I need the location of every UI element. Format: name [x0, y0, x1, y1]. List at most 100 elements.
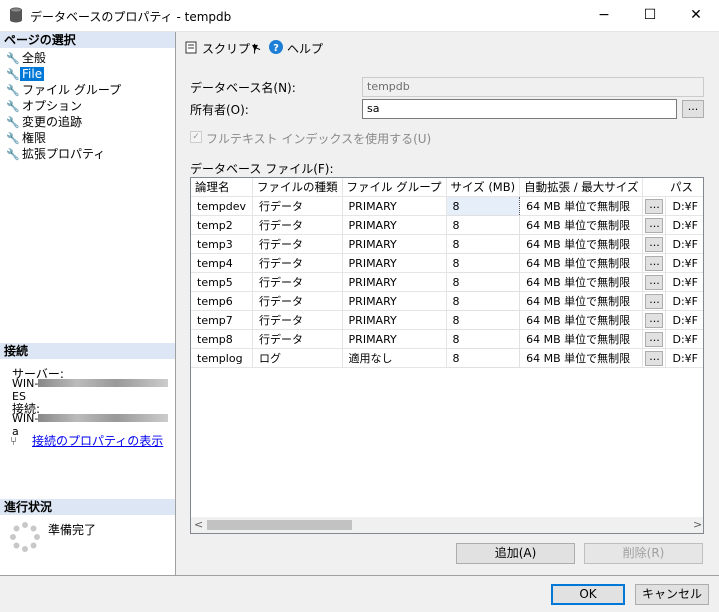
column-header[interactable]: パス	[665, 178, 703, 197]
autogrowth-browse-button[interactable]: ...	[642, 310, 667, 330]
cancel-button[interactable]: キャンセル	[635, 584, 709, 605]
autogrowth-edit-button[interactable]: ...	[645, 255, 664, 271]
cell-logical-name[interactable]: temp2	[191, 215, 254, 235]
cell-path[interactable]: D:¥F	[665, 329, 703, 349]
cell-logical-name[interactable]: temp3	[191, 234, 254, 254]
autogrowth-browse-button[interactable]: ...	[642, 348, 667, 368]
autogrowth-edit-button[interactable]: ...	[645, 236, 664, 252]
cell-size[interactable]: 8	[445, 291, 521, 311]
page-options[interactable]: 🔧 オプション	[6, 98, 84, 114]
cell-logical-name[interactable]: temp6	[191, 291, 254, 311]
cell-size[interactable]: 8	[445, 348, 521, 368]
owner-browse-button[interactable]: ...	[682, 100, 704, 118]
cell-file-type[interactable]: 行データ	[252, 234, 343, 254]
cell-autogrowth[interactable]: 64 MB 単位で無制限	[519, 253, 644, 273]
page-permissions[interactable]: 🔧 権限	[6, 130, 48, 146]
cell-path[interactable]: D:¥F	[665, 310, 703, 330]
cell-size[interactable]: 8	[445, 215, 521, 235]
cell-filegroup[interactable]: 適用なし	[342, 348, 447, 368]
autogrowth-browse-button[interactable]: ...	[642, 196, 667, 216]
column-header[interactable]: サイズ (MB)	[446, 178, 521, 197]
column-header[interactable]: ファイルの種類	[252, 178, 343, 197]
cell-size[interactable]: 8	[445, 253, 521, 273]
column-header[interactable]: 自動拡張 / 最大サイズ	[519, 178, 644, 197]
autogrowth-edit-button[interactable]: ...	[645, 293, 664, 309]
cell-autogrowth[interactable]: 64 MB 単位で無制限	[519, 215, 644, 235]
table-row[interactable]: temp3 行データ PRIMARY 8 64 MB 単位で無制限... D:¥F	[191, 234, 703, 254]
cell-filegroup[interactable]: PRIMARY	[342, 215, 447, 235]
table-row[interactable]: temp6 行データ PRIMARY 8 64 MB 単位で無制限... D:¥F	[191, 291, 703, 311]
autogrowth-edit-button[interactable]: ...	[645, 217, 664, 233]
cell-autogrowth[interactable]: 64 MB 単位で無制限	[519, 329, 644, 349]
horizontal-scrollbar[interactable]: < >	[191, 517, 703, 533]
owner-field[interactable]: sa	[362, 99, 677, 119]
page-filegroup[interactable]: 🔧 ファイル グループ	[6, 82, 123, 98]
table-row[interactable]: temp2 行データ PRIMARY 8 64 MB 単位で無制限... D:¥F	[191, 215, 703, 235]
scroll-left-arrow[interactable]: <	[194, 518, 203, 531]
scroll-right-arrow[interactable]: >	[693, 518, 702, 531]
cell-autogrowth[interactable]: 64 MB 単位で無制限	[519, 348, 644, 368]
column-header[interactable]: ファイル グループ	[342, 178, 447, 197]
add-button[interactable]: 追加(A)	[456, 543, 575, 564]
table-row[interactable]: temp4 行データ PRIMARY 8 64 MB 単位で無制限... D:¥F	[191, 253, 703, 273]
view-connection-properties-link[interactable]: 接続のプロパティの表示	[32, 432, 163, 449]
close-button[interactable]: ✕	[673, 0, 719, 31]
cell-filegroup[interactable]: PRIMARY	[342, 329, 447, 349]
autogrowth-browse-button[interactable]: ...	[642, 234, 667, 254]
page-extended-properties[interactable]: 🔧 拡張プロパティ	[6, 146, 107, 162]
table-row[interactable]: temp7 行データ PRIMARY 8 64 MB 単位で無制限... D:¥F	[191, 310, 703, 330]
scroll-thumb[interactable]	[207, 520, 352, 530]
cell-autogrowth[interactable]: 64 MB 単位で無制限	[519, 234, 644, 254]
autogrowth-edit-button[interactable]: ...	[645, 198, 664, 214]
cell-file-type[interactable]: 行データ	[252, 196, 343, 216]
cell-file-type[interactable]: 行データ	[252, 329, 343, 349]
cell-file-type[interactable]: 行データ	[252, 253, 343, 273]
table-row[interactable]: tempdev 行データ PRIMARY 8 64 MB 単位で無制限... D:¥F	[191, 196, 703, 216]
remove-button[interactable]: 削除(R)	[584, 543, 703, 564]
autogrowth-browse-button[interactable]: ...	[642, 215, 667, 235]
cell-file-type[interactable]: 行データ	[252, 215, 343, 235]
help-icon[interactable]: ?	[269, 40, 283, 57]
cell-path[interactable]: D:¥F	[665, 196, 703, 216]
cell-file-type[interactable]: 行データ	[252, 310, 343, 330]
database-files-grid[interactable]: 論理名 ファイルの種類 ファイル グループ サイズ (MB) 自動拡張 / 最大…	[190, 177, 704, 534]
cell-size[interactable]: 8	[445, 272, 521, 292]
cell-filegroup[interactable]: PRIMARY	[342, 234, 447, 254]
table-row[interactable]: templog ログ 適用なし 8 64 MB 単位で無制限... D:¥F	[191, 348, 703, 368]
page-file[interactable]: 🔧 File	[6, 66, 45, 82]
column-header[interactable]: 論理名	[191, 178, 254, 197]
cell-path[interactable]: D:¥F	[665, 234, 703, 254]
cell-path[interactable]: D:¥F	[665, 348, 703, 368]
cell-filegroup[interactable]: PRIMARY	[342, 291, 447, 311]
cell-logical-name[interactable]: temp4	[191, 253, 254, 273]
cell-filegroup[interactable]: PRIMARY	[342, 272, 447, 292]
table-row[interactable]: temp8 行データ PRIMARY 8 64 MB 単位で無制限... D:¥F	[191, 329, 703, 349]
cell-size[interactable]: 8	[445, 234, 521, 254]
cell-autogrowth[interactable]: 64 MB 単位で無制限	[519, 196, 644, 216]
cell-logical-name[interactable]: temp5	[191, 272, 254, 292]
cell-path[interactable]: D:¥F	[665, 291, 703, 311]
table-row[interactable]: temp5 行データ PRIMARY 8 64 MB 単位で無制限... D:¥F	[191, 272, 703, 292]
autogrowth-browse-button[interactable]: ...	[642, 253, 667, 273]
cell-size[interactable]: 8	[445, 329, 521, 349]
cell-filegroup[interactable]: PRIMARY	[342, 253, 447, 273]
maximize-button[interactable]: ☐	[627, 0, 673, 31]
cell-file-type[interactable]: ログ	[252, 348, 343, 368]
ok-button[interactable]: OK	[551, 584, 625, 605]
cell-filegroup[interactable]: PRIMARY	[342, 310, 447, 330]
cell-size[interactable]: 8	[445, 196, 521, 216]
script-dropdown-icon[interactable]: ▾	[252, 40, 258, 54]
cell-logical-name[interactable]: temp7	[191, 310, 254, 330]
cell-logical-name[interactable]: templog	[191, 348, 254, 368]
autogrowth-edit-button[interactable]: ...	[645, 350, 664, 366]
cell-logical-name[interactable]: temp8	[191, 329, 254, 349]
help-button[interactable]: ヘルプ	[287, 40, 323, 57]
fulltext-checkbox[interactable]: ✓	[190, 131, 202, 143]
page-change-tracking[interactable]: 🔧 変更の追跡	[6, 114, 84, 130]
cell-file-type[interactable]: 行データ	[252, 291, 343, 311]
page-general[interactable]: 🔧 全般	[6, 50, 48, 66]
cell-filegroup[interactable]: PRIMARY	[342, 196, 447, 216]
cell-autogrowth[interactable]: 64 MB 単位で無制限	[519, 310, 644, 330]
cell-autogrowth[interactable]: 64 MB 単位で無制限	[519, 272, 644, 292]
autogrowth-browse-button[interactable]: ...	[642, 329, 667, 349]
